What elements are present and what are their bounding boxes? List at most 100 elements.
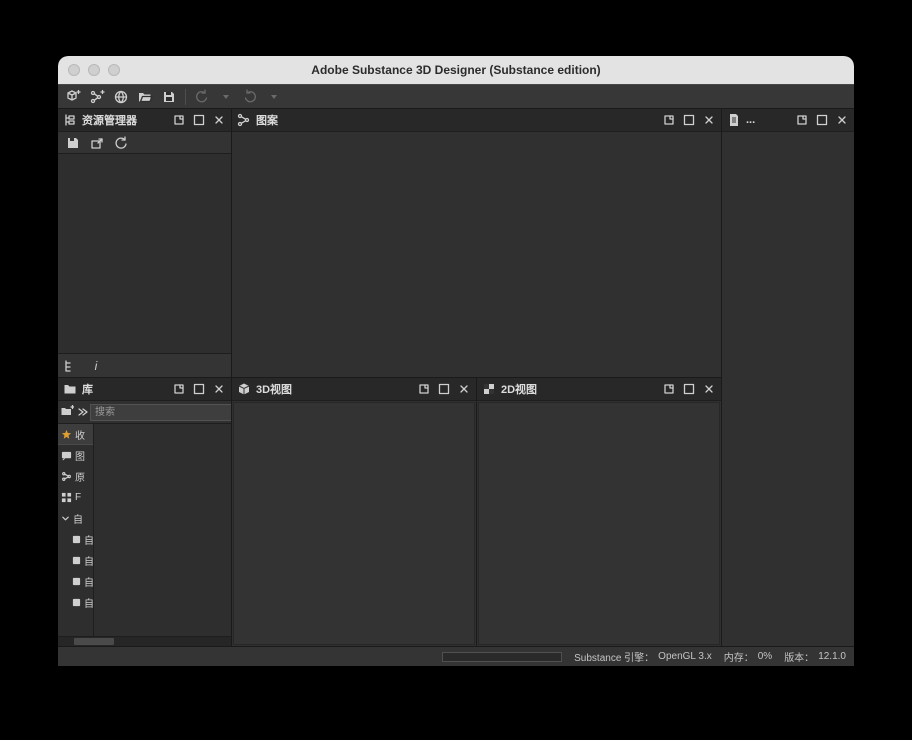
library-expand-button[interactable] bbox=[76, 402, 88, 422]
library-category-label: F bbox=[75, 492, 93, 503]
library-scrollbar[interactable] bbox=[58, 636, 231, 646]
traffic-lights bbox=[68, 64, 120, 76]
graph-canvas[interactable] bbox=[232, 132, 721, 377]
explorer-toolbar bbox=[58, 132, 231, 154]
library-category-item[interactable]: F bbox=[58, 487, 93, 508]
status-progress-bar bbox=[442, 652, 562, 662]
library-close-button[interactable] bbox=[211, 381, 227, 397]
view-2d-close-button[interactable] bbox=[701, 381, 717, 397]
library-subcategory-label: 自 bbox=[84, 595, 93, 610]
properties-maximize-button[interactable] bbox=[814, 112, 830, 128]
view-2d-viewport[interactable] bbox=[478, 402, 720, 645]
explorer-refresh-button[interactable] bbox=[110, 133, 132, 153]
explorer-title: 资源管理器 bbox=[82, 112, 167, 128]
explorer-tree-icon bbox=[62, 112, 78, 128]
library-subcategory-item[interactable]: 自 bbox=[58, 550, 93, 571]
properties-close-button[interactable] bbox=[834, 112, 850, 128]
titlebar: Adobe Substance 3D Designer (Substance e… bbox=[58, 56, 854, 84]
library-subcategory-label: 自 bbox=[84, 553, 93, 568]
library-category-expandable[interactable]: 自 bbox=[58, 508, 93, 529]
status-version-value: 12.1.0 bbox=[818, 651, 846, 662]
library-title: 库 bbox=[82, 381, 167, 397]
close-window-button[interactable] bbox=[68, 64, 80, 76]
explorer-hierarchy-icon[interactable] bbox=[62, 358, 78, 374]
properties-header: ... bbox=[722, 109, 854, 132]
library-scrollbar-thumb[interactable] bbox=[74, 638, 114, 645]
explorer-footer: i bbox=[58, 353, 231, 377]
explorer-maximize-button[interactable] bbox=[191, 112, 207, 128]
svg-text:i: i bbox=[95, 359, 98, 373]
viewports-container: 3D视图 2D视图 bbox=[232, 378, 721, 646]
new-substance-button[interactable] bbox=[62, 87, 84, 107]
folder-icon bbox=[62, 381, 78, 397]
library-float-button[interactable] bbox=[171, 381, 187, 397]
cube-icon bbox=[236, 381, 252, 397]
explorer-close-button[interactable] bbox=[211, 112, 227, 128]
explorer-content[interactable] bbox=[58, 154, 231, 353]
save-all-button[interactable] bbox=[158, 87, 180, 107]
properties-title: ... bbox=[746, 114, 790, 126]
explorer-export-button[interactable] bbox=[86, 133, 108, 153]
open-web-button[interactable] bbox=[110, 87, 132, 107]
properties-content[interactable] bbox=[722, 132, 854, 646]
graph-icon bbox=[236, 112, 252, 128]
status-engine-label: Substance 引擎： bbox=[574, 649, 654, 664]
library-category-label: 自 bbox=[73, 511, 93, 526]
open-file-button[interactable] bbox=[134, 87, 156, 107]
status-memory-value: 0% bbox=[758, 651, 772, 662]
zoom-window-button[interactable] bbox=[108, 64, 120, 76]
redo-button[interactable] bbox=[239, 87, 261, 107]
library-category-tree: 收 图 原 F 自 bbox=[58, 424, 94, 636]
status-version-label: 版本： bbox=[784, 649, 814, 664]
library-category-favorites[interactable]: 收 bbox=[58, 424, 93, 445]
undo-button[interactable] bbox=[191, 87, 213, 107]
redo-dropdown-button[interactable] bbox=[263, 87, 285, 107]
library-panel: 库 收 图 bbox=[58, 378, 231, 646]
library-header: 库 bbox=[58, 378, 231, 401]
graph-header: 图案 bbox=[232, 109, 721, 132]
graph-close-button[interactable] bbox=[701, 112, 717, 128]
properties-doc-icon bbox=[726, 112, 742, 128]
view-3d-maximize-button[interactable] bbox=[436, 381, 452, 397]
library-category-item[interactable]: 图 bbox=[58, 445, 93, 466]
view-3d-close-button[interactable] bbox=[456, 381, 472, 397]
library-toolbar bbox=[58, 401, 231, 424]
library-subcategory-label: 自 bbox=[84, 532, 93, 547]
minimize-window-button[interactable] bbox=[88, 64, 100, 76]
library-subcategory-item[interactable]: 自 bbox=[58, 571, 93, 592]
view-2d-float-button[interactable] bbox=[661, 381, 677, 397]
library-subcategory-label: 自 bbox=[84, 574, 93, 589]
view-2d-maximize-button[interactable] bbox=[681, 381, 697, 397]
view-3d-title: 3D视图 bbox=[256, 381, 412, 397]
library-body: 收 图 原 F 自 bbox=[58, 424, 231, 636]
library-maximize-button[interactable] bbox=[191, 381, 207, 397]
explorer-info-icon[interactable]: i bbox=[88, 358, 104, 374]
graph-float-button[interactable] bbox=[661, 112, 677, 128]
graph-maximize-button[interactable] bbox=[681, 112, 697, 128]
view-3d-panel: 3D视图 bbox=[232, 378, 476, 646]
library-category-label: 原 bbox=[75, 469, 93, 484]
library-category-item[interactable]: 原 bbox=[58, 466, 93, 487]
explorer-header: 资源管理器 bbox=[58, 109, 231, 132]
explorer-save-button[interactable] bbox=[62, 133, 84, 153]
view-3d-float-button[interactable] bbox=[416, 381, 432, 397]
explorer-float-button[interactable] bbox=[171, 112, 187, 128]
chevron-down-icon bbox=[61, 514, 70, 523]
library-subcategory-item[interactable]: 自 bbox=[58, 529, 93, 550]
status-version: 版本： 12.1.0 bbox=[784, 649, 846, 664]
new-graph-button[interactable] bbox=[86, 87, 108, 107]
library-subcategory-item[interactable]: 自 bbox=[58, 592, 93, 613]
library-add-folder-button[interactable] bbox=[60, 402, 74, 422]
view-2d-icon bbox=[481, 381, 497, 397]
status-engine: Substance 引擎： OpenGL 3.x bbox=[574, 649, 712, 664]
undo-dropdown-button[interactable] bbox=[215, 87, 237, 107]
status-engine-value: OpenGL 3.x bbox=[658, 651, 712, 662]
library-content[interactable] bbox=[94, 424, 231, 636]
explorer-panel: 资源管理器 i bbox=[58, 109, 231, 377]
library-search-input[interactable] bbox=[90, 404, 231, 421]
graph-panel: 图案 bbox=[232, 109, 721, 377]
view-3d-viewport[interactable] bbox=[233, 402, 475, 645]
view-2d-title: 2D视图 bbox=[501, 381, 657, 397]
properties-float-button[interactable] bbox=[794, 112, 810, 128]
view-2d-header: 2D视图 bbox=[477, 378, 721, 401]
